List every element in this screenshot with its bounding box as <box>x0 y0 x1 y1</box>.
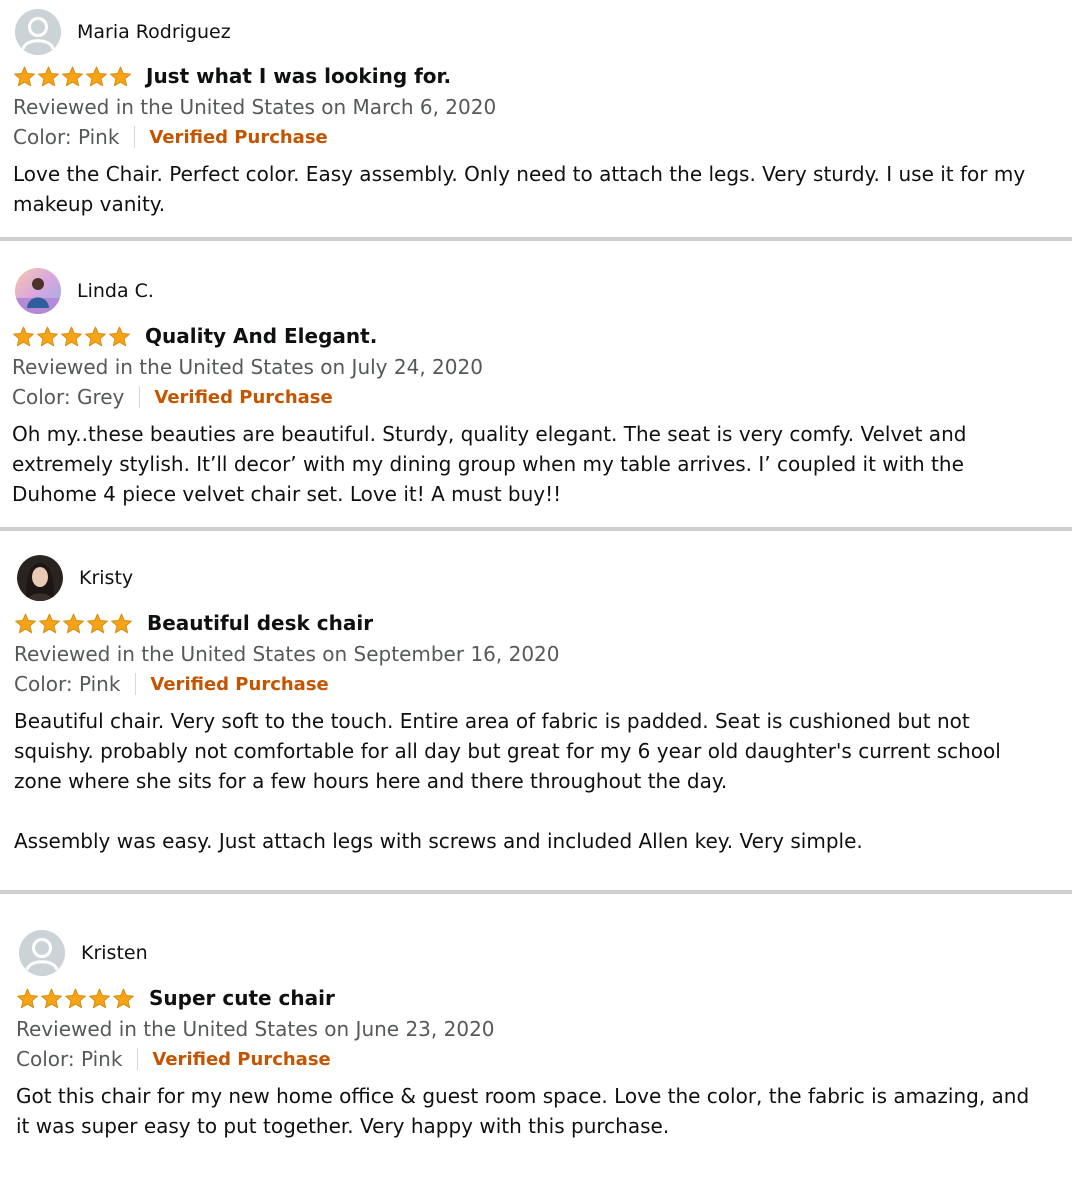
separator <box>135 673 137 695</box>
review-title-row: Super cute chair <box>16 986 335 1010</box>
star-icon <box>111 613 132 633</box>
star-icon <box>62 66 83 86</box>
review-paragraph: Assembly was easy. Just attach legs with… <box>14 829 863 853</box>
review-body: Oh my..these beauties are beautiful. Stu… <box>12 419 1042 509</box>
reviewer-profile[interactable]: Kristy <box>17 555 133 601</box>
star-icon <box>63 613 84 633</box>
review-attributes: Color: Pink Verified Purchase <box>13 125 328 149</box>
separator <box>139 386 141 408</box>
verified-purchase-badge: Verified Purchase <box>149 126 328 148</box>
star-icon <box>13 326 34 346</box>
review-body: Love the Chair. Perfect color. Easy asse… <box>13 159 1043 219</box>
separator <box>137 1048 139 1070</box>
review-paragraph: Love the Chair. Perfect color. Easy asse… <box>13 162 1026 216</box>
review-attributes: Color: Pink Verified Purchase <box>16 1047 331 1071</box>
reviewer-name[interactable]: Kristy <box>79 567 133 589</box>
color-variant-link[interactable]: Color: Pink <box>13 125 119 149</box>
review-divider <box>0 237 1072 241</box>
verified-purchase-badge: Verified Purchase <box>152 1048 331 1070</box>
review-paragraph: Oh my..these beauties are beautiful. Stu… <box>12 422 967 506</box>
review-date: Reviewed in the United States on June 23… <box>16 1017 495 1041</box>
reviewer-name[interactable]: Maria Rodriguez <box>77 21 231 43</box>
color-variant-link[interactable]: Color: Pink <box>14 672 120 696</box>
review-title[interactable]: Super cute chair <box>149 986 335 1010</box>
color-variant-link[interactable]: Color: Grey <box>12 385 124 409</box>
star-icon <box>15 613 36 633</box>
review-title-row: Beautiful desk chair <box>14 611 373 635</box>
default-avatar-icon[interactable] <box>19 930 65 976</box>
star-icon <box>109 326 130 346</box>
review-paragraph: Got this chair for my new home office & … <box>16 1084 1030 1138</box>
user-photo-avatar[interactable] <box>17 555 63 601</box>
star-icon <box>89 988 110 1008</box>
review-title-row: Quality And Elegant. <box>12 324 377 348</box>
review-divider <box>0 890 1072 894</box>
star-icon <box>39 613 60 633</box>
reviewer-profile[interactable]: Kristen <box>19 930 148 976</box>
star-icon <box>110 66 131 86</box>
separator <box>134 126 136 148</box>
reviewer-profile[interactable]: Maria Rodriguez <box>15 9 231 55</box>
star-rating[interactable] <box>14 612 133 635</box>
star-rating[interactable] <box>16 987 135 1010</box>
review-date: Reviewed in the United States on July 24… <box>12 355 483 379</box>
star-rating[interactable] <box>12 325 131 348</box>
verified-purchase-badge: Verified Purchase <box>150 673 329 695</box>
review-divider <box>0 527 1072 531</box>
reviewer-name[interactable]: Linda C. <box>77 280 154 302</box>
review-title[interactable]: Beautiful desk chair <box>147 611 373 635</box>
review-title[interactable]: Quality And Elegant. <box>145 324 377 348</box>
review-date: Reviewed in the United States on March 6… <box>13 95 497 119</box>
review-title-row: Just what I was looking for. <box>13 64 451 88</box>
color-variant-link[interactable]: Color: Pink <box>16 1047 122 1071</box>
review-title[interactable]: Just what I was looking for. <box>146 64 451 88</box>
star-icon <box>14 66 35 86</box>
reviewer-profile[interactable]: Linda C. <box>15 268 154 314</box>
star-icon <box>65 988 86 1008</box>
star-rating[interactable] <box>13 65 132 88</box>
reviewer-name[interactable]: Kristen <box>81 942 148 964</box>
review-attributes: Color: Pink Verified Purchase <box>14 672 329 696</box>
default-avatar-icon[interactable] <box>15 9 61 55</box>
review-body: Got this chair for my new home office & … <box>16 1081 1046 1141</box>
review-date: Reviewed in the United States on Septemb… <box>14 642 560 666</box>
star-icon <box>87 613 108 633</box>
star-icon <box>61 326 82 346</box>
star-icon <box>17 988 38 1008</box>
star-icon <box>37 326 58 346</box>
review-body: Beautiful chair. Very soft to the touch.… <box>14 706 1044 856</box>
review-attributes: Color: Grey Verified Purchase <box>12 385 333 409</box>
star-icon <box>41 988 62 1008</box>
review-paragraph: Beautiful chair. Very soft to the touch.… <box>14 709 1001 793</box>
verified-purchase-badge: Verified Purchase <box>154 386 333 408</box>
star-icon <box>85 326 106 346</box>
star-icon <box>38 66 59 86</box>
star-icon <box>86 66 107 86</box>
star-icon <box>113 988 134 1008</box>
user-photo-avatar[interactable] <box>15 268 61 314</box>
